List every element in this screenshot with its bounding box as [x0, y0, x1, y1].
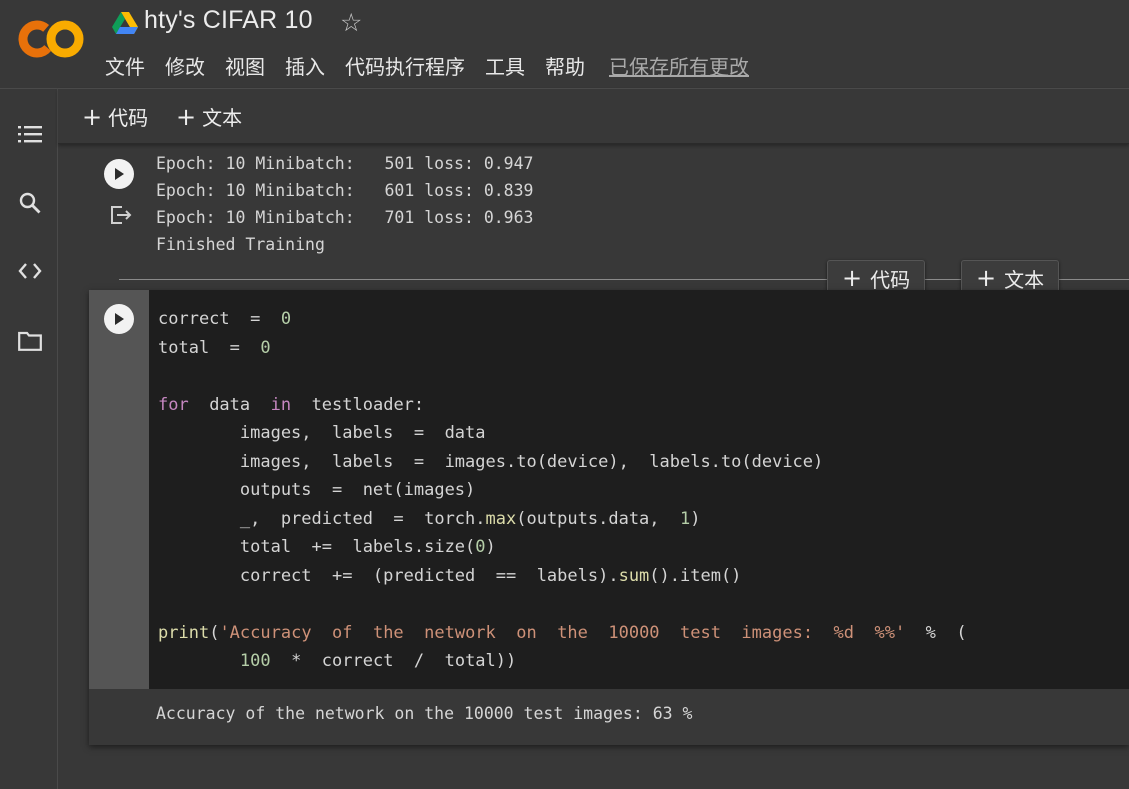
code-token: images, labels = data: [158, 423, 486, 443]
plus-icon: +: [82, 102, 103, 131]
code-token: 0: [475, 537, 486, 557]
menu-bar: 文件 修改 视图 插入 代码执行程序 工具 帮助 已保存所有更改: [95, 52, 759, 82]
left-sidebar: [0, 88, 58, 789]
code-snippets-icon[interactable]: [17, 258, 43, 284]
play-icon: [115, 168, 124, 180]
google-drive-icon[interactable]: [112, 12, 138, 34]
code-token: outputs = net(images): [158, 480, 476, 500]
code-line: images, labels = images.to(device), labe…: [158, 448, 967, 477]
code-token: 'Accuracy of the network on the 10000 te…: [219, 622, 906, 643]
folder-icon[interactable]: [17, 328, 43, 354]
code-line: for data in testloader:: [158, 391, 967, 420]
add-code-button[interactable]: + 代码: [82, 102, 148, 131]
code-token: 1: [680, 508, 691, 529]
menu-tools[interactable]: 工具: [475, 52, 535, 82]
code-token: =: [209, 337, 261, 358]
code-line: 100 * correct / total)): [158, 647, 967, 676]
code-line: total = 0: [158, 334, 967, 363]
plus-icon: +: [842, 264, 863, 292]
save-status-link[interactable]: 已保存所有更改: [599, 52, 759, 82]
code-token: =: [229, 309, 281, 329]
run-cell-button[interactable]: [104, 304, 134, 334]
menu-file[interactable]: 文件: [95, 52, 155, 82]
code-token: 0: [260, 337, 271, 358]
accuracy-output: Accuracy of the network on the 10000 tes…: [156, 704, 693, 723]
colab-logo-icon[interactable]: [18, 14, 86, 64]
code-token: for: [158, 394, 189, 415]
output-line: Epoch: 10 Minibatch: 701 loss: 0.963: [156, 208, 534, 227]
code-line: correct = 0: [158, 305, 967, 334]
code-token: images, labels = images.to(device), labe…: [158, 451, 824, 472]
code-token: print: [158, 622, 210, 643]
code-line: outputs = net(images): [158, 476, 967, 505]
run-cell-button[interactable]: [104, 159, 134, 189]
menu-insert[interactable]: 插入: [275, 52, 335, 82]
code-text[interactable]: correct = 0 total = 0 for data in testloa…: [158, 305, 967, 676]
code-editor[interactable]: correct = 0 total = 0 for data in testloa…: [149, 290, 1129, 689]
code-line: images, labels = data: [158, 419, 967, 448]
code-token: _, predicted = torch.: [158, 508, 486, 529]
menu-edit[interactable]: 修改: [155, 52, 215, 82]
code-token: % (: [905, 622, 967, 643]
code-line: total += labels.size(0): [158, 533, 967, 562]
star-icon[interactable]: ☆: [340, 8, 362, 37]
play-icon: [115, 313, 124, 325]
code-token: ): [485, 537, 496, 557]
code-token: total: [158, 337, 210, 358]
search-icon[interactable]: [17, 190, 43, 216]
add-text-button[interactable]: + 文本: [176, 102, 242, 131]
plus-icon: +: [976, 264, 997, 292]
menu-help[interactable]: 帮助: [535, 52, 595, 82]
code-token: in: [270, 394, 292, 415]
previous-cell-output: Epoch: 10 Minibatch: 501 loss: 0.947 Epoc…: [156, 150, 534, 258]
output-actions-icon[interactable]: [108, 203, 132, 227]
cell-output: Accuracy of the network on the 10000 tes…: [89, 689, 1129, 745]
plus-icon: +: [176, 102, 197, 131]
notebook-area: Epoch: 10 Minibatch: 501 loss: 0.947 Epoc…: [58, 144, 1129, 789]
cell-gutter: [89, 290, 149, 689]
code-line: correct += (predicted == labels).sum().i…: [158, 562, 967, 591]
output-line: Epoch: 10 Minibatch: 501 loss: 0.947: [156, 154, 534, 173]
table-of-contents-icon[interactable]: [17, 121, 43, 147]
output-line: Finished Training: [156, 235, 325, 254]
notebook-toolbar: + 代码 + 文本: [58, 88, 1129, 144]
code-token: ): [690, 508, 701, 529]
code-token: (: [209, 622, 220, 643]
code-token: max: [485, 508, 517, 529]
output-line: Epoch: 10 Minibatch: 601 loss: 0.839: [156, 181, 534, 200]
code-token: 0: [280, 309, 292, 329]
code-token: correct: [158, 309, 230, 329]
code-token: ().item(): [649, 565, 742, 586]
code-cell[interactable]: correct = 0 total = 0 for data in testloa…: [89, 290, 1129, 745]
code-line: _, predicted = torch.max(outputs.data, 1…: [158, 505, 967, 534]
code-token: 100: [239, 651, 271, 671]
code-token: correct += (predicted == labels).: [158, 565, 619, 586]
code-token: (outputs.data,: [516, 508, 680, 529]
code-token: testloader:: [291, 394, 425, 415]
code-token: data: [188, 394, 271, 415]
code-token: total += labels.size(: [158, 537, 476, 557]
notebook-title[interactable]: hty's CIFAR 10: [144, 6, 313, 35]
menu-view[interactable]: 视图: [215, 52, 275, 82]
code-token: * correct / total)): [270, 651, 517, 671]
code-line: print('Accuracy of the network on the 10…: [158, 619, 967, 648]
header: hty's CIFAR 10 ☆ 文件 修改 视图 插入 代码执行程序 工具 帮…: [0, 0, 1129, 88]
menu-runtime[interactable]: 代码执行程序: [335, 52, 475, 82]
code-token: sum: [618, 565, 650, 586]
